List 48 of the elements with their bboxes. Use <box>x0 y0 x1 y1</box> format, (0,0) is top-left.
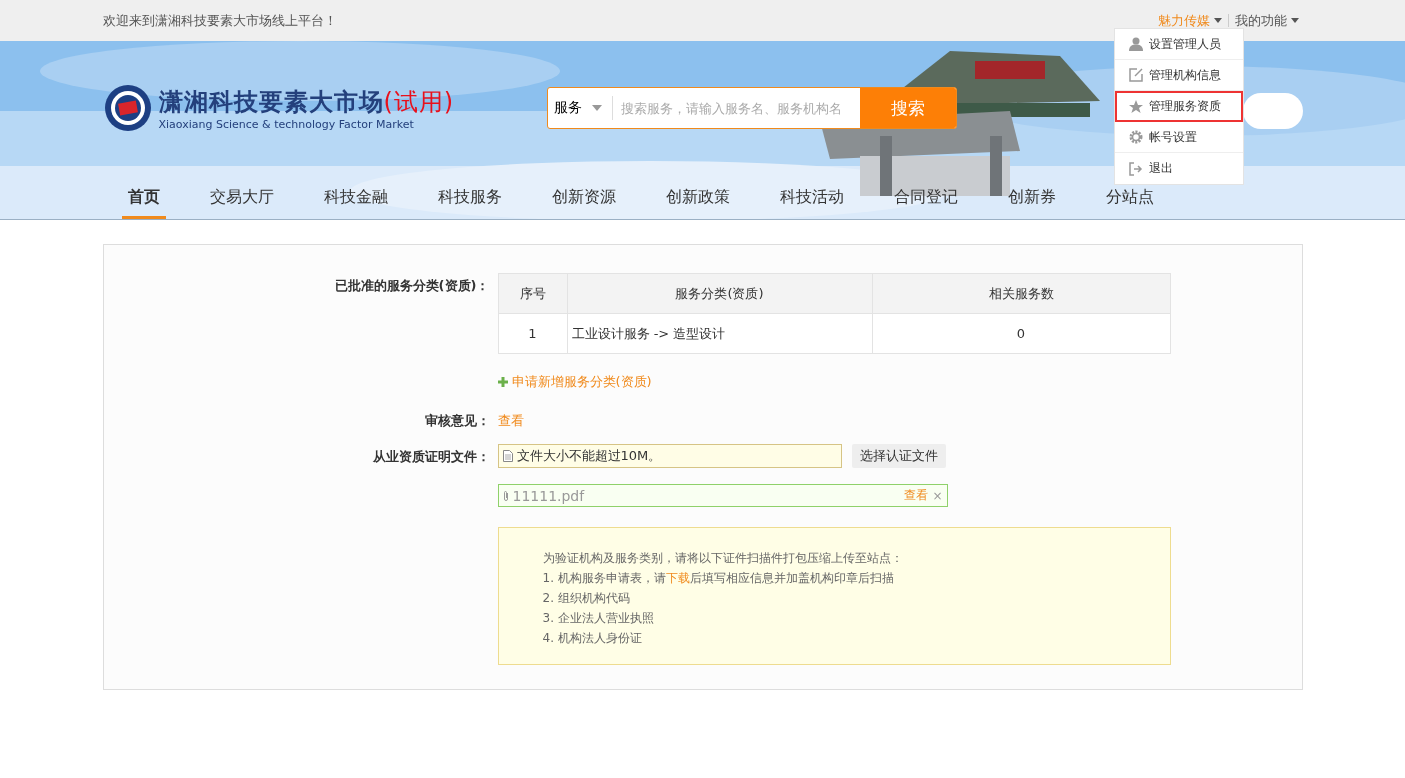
nav-tab[interactable]: 创新券 <box>1001 175 1062 219</box>
welcome-text: 欢迎来到潇湘科技要素大市场线上平台！ <box>102 11 337 30</box>
notes-item: 1. 机构服务申请表，请下载后填写相应信息并加盖机构印章后扫描 <box>542 570 895 587</box>
file-hint-field[interactable]: 文件大小不能超过10M。 <box>497 444 842 468</box>
notes-intro: 为验证机构及服务类别，请将以下证件扫描件打包压缩上传至站点： <box>542 550 904 567</box>
search-scope-select[interactable]: 服务 <box>547 96 613 120</box>
field-label: 已批准的服务分类(资质)： <box>333 277 490 295</box>
nav-tab[interactable]: 交易大厅 <box>203 175 280 219</box>
nav-tab[interactable]: 创新政策 <box>659 175 736 219</box>
notes-item: 4. 机构法人身份证 <box>542 630 643 647</box>
site-subtitle: Xiaoxiang Science & technology Factor Market <box>158 117 415 131</box>
field-label: 从业资质证明文件： <box>371 448 490 466</box>
notes-item: 2. 组织机构代码 <box>542 590 631 607</box>
table-cell: 工业设计服务 -> 造型设计 <box>567 313 872 354</box>
nav-tab[interactable]: 创新资源 <box>545 175 622 219</box>
site-title: 潇湘科技要素大市场(试用) <box>158 86 455 118</box>
table-header: 相关服务数 <box>872 273 1170 314</box>
file-name: 11111.pdf <box>512 487 586 504</box>
menu-item[interactable]: 退出 <box>1115 153 1243 184</box>
nav-tab[interactable]: 科技活动 <box>773 175 850 219</box>
caret-icon <box>1290 18 1299 23</box>
person-icon <box>1129 37 1143 51</box>
notes-item: 3. 企业法人营业执照 <box>542 610 655 627</box>
menu-item[interactable]: 管理服务资质 <box>1115 91 1243 122</box>
paperclip-icon <box>502 489 509 502</box>
document-icon <box>502 450 513 462</box>
choose-file-button[interactable]: 选择认证文件 <box>851 444 946 468</box>
table-header: 序号 <box>498 273 567 314</box>
nav-tab[interactable]: 科技服务 <box>431 175 508 219</box>
logo-icon <box>102 83 153 133</box>
star-icon <box>1129 99 1143 114</box>
menu-item[interactable]: 管理机构信息 <box>1115 60 1243 91</box>
settings-icon <box>1129 130 1143 144</box>
search-bar[interactable]: 服务 搜索服务，请输入服务名、服务机构名 搜索 <box>546 87 957 129</box>
edit-icon <box>1129 68 1143 82</box>
table-header: 服务分类(资质) <box>567 273 872 314</box>
plus-icon <box>497 377 508 387</box>
field-label: 审核意见： <box>423 412 490 430</box>
logout-icon <box>1129 161 1143 176</box>
nav-tab[interactable]: 科技金融 <box>317 175 394 219</box>
menu-item[interactable]: 帐号设置 <box>1115 122 1243 153</box>
table-cell: 1 <box>498 313 567 354</box>
menu-item[interactable]: 设置管理人员 <box>1115 29 1243 60</box>
caret-icon <box>1213 18 1222 23</box>
nav-tab[interactable]: 合同登记 <box>887 175 964 219</box>
nav-tab[interactable]: 首页 <box>121 175 166 219</box>
table-cell: 0 <box>872 313 1170 354</box>
functions-menu-link[interactable]: 我的功能 <box>1234 11 1299 30</box>
